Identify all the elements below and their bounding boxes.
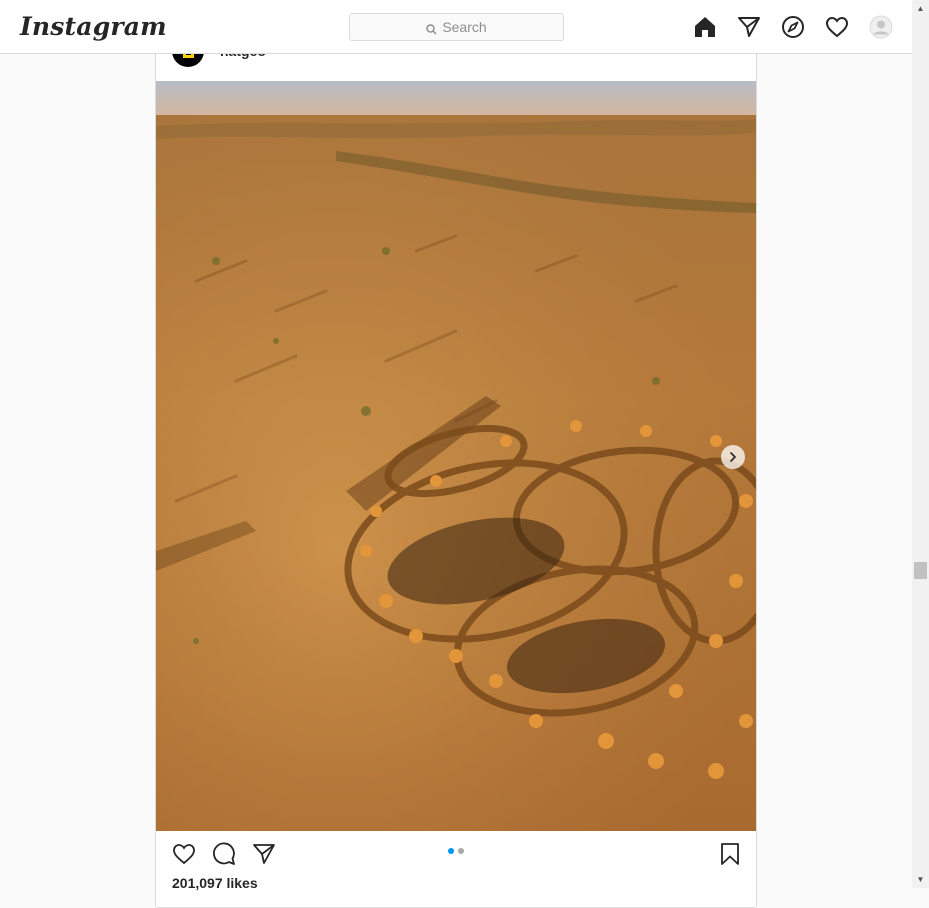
- profile-avatar-icon[interactable]: [867, 13, 895, 41]
- home-icon[interactable]: [691, 13, 719, 41]
- activity-heart-icon[interactable]: [823, 13, 851, 41]
- direct-icon[interactable]: [735, 13, 763, 41]
- carousel-dot-active: [448, 848, 454, 854]
- share-direct-icon[interactable]: [250, 840, 278, 868]
- search-icon: [426, 22, 437, 35]
- post-actions: [156, 831, 756, 877]
- nav-icons: [691, 13, 895, 41]
- scroll-up-arrow-icon[interactable]: ▲: [912, 0, 929, 17]
- like-heart-icon[interactable]: [170, 840, 198, 868]
- save-bookmark-icon[interactable]: [716, 840, 744, 868]
- top-nav: Instagram Search: [0, 0, 912, 54]
- instagram-logo[interactable]: Instagram: [20, 10, 167, 44]
- search-box[interactable]: Search: [349, 13, 564, 41]
- comment-icon[interactable]: [210, 840, 238, 868]
- post-photo[interactable]: [156, 81, 756, 831]
- scroll-thumb[interactable]: [914, 562, 927, 579]
- feed-post: natgeo: [155, 28, 757, 908]
- search-placeholder: Search: [442, 19, 487, 35]
- likes-count[interactable]: 201,097 likes: [172, 875, 258, 891]
- carousel-next-button[interactable]: [721, 445, 745, 469]
- carousel-dot: [458, 848, 464, 854]
- carousel-indicator: [448, 848, 464, 854]
- chevron-right-icon: [730, 452, 736, 462]
- scroll-down-arrow-icon[interactable]: ▼: [912, 871, 929, 888]
- page-scrollbar[interactable]: ▲ ▼: [912, 0, 929, 888]
- explore-icon[interactable]: [779, 13, 807, 41]
